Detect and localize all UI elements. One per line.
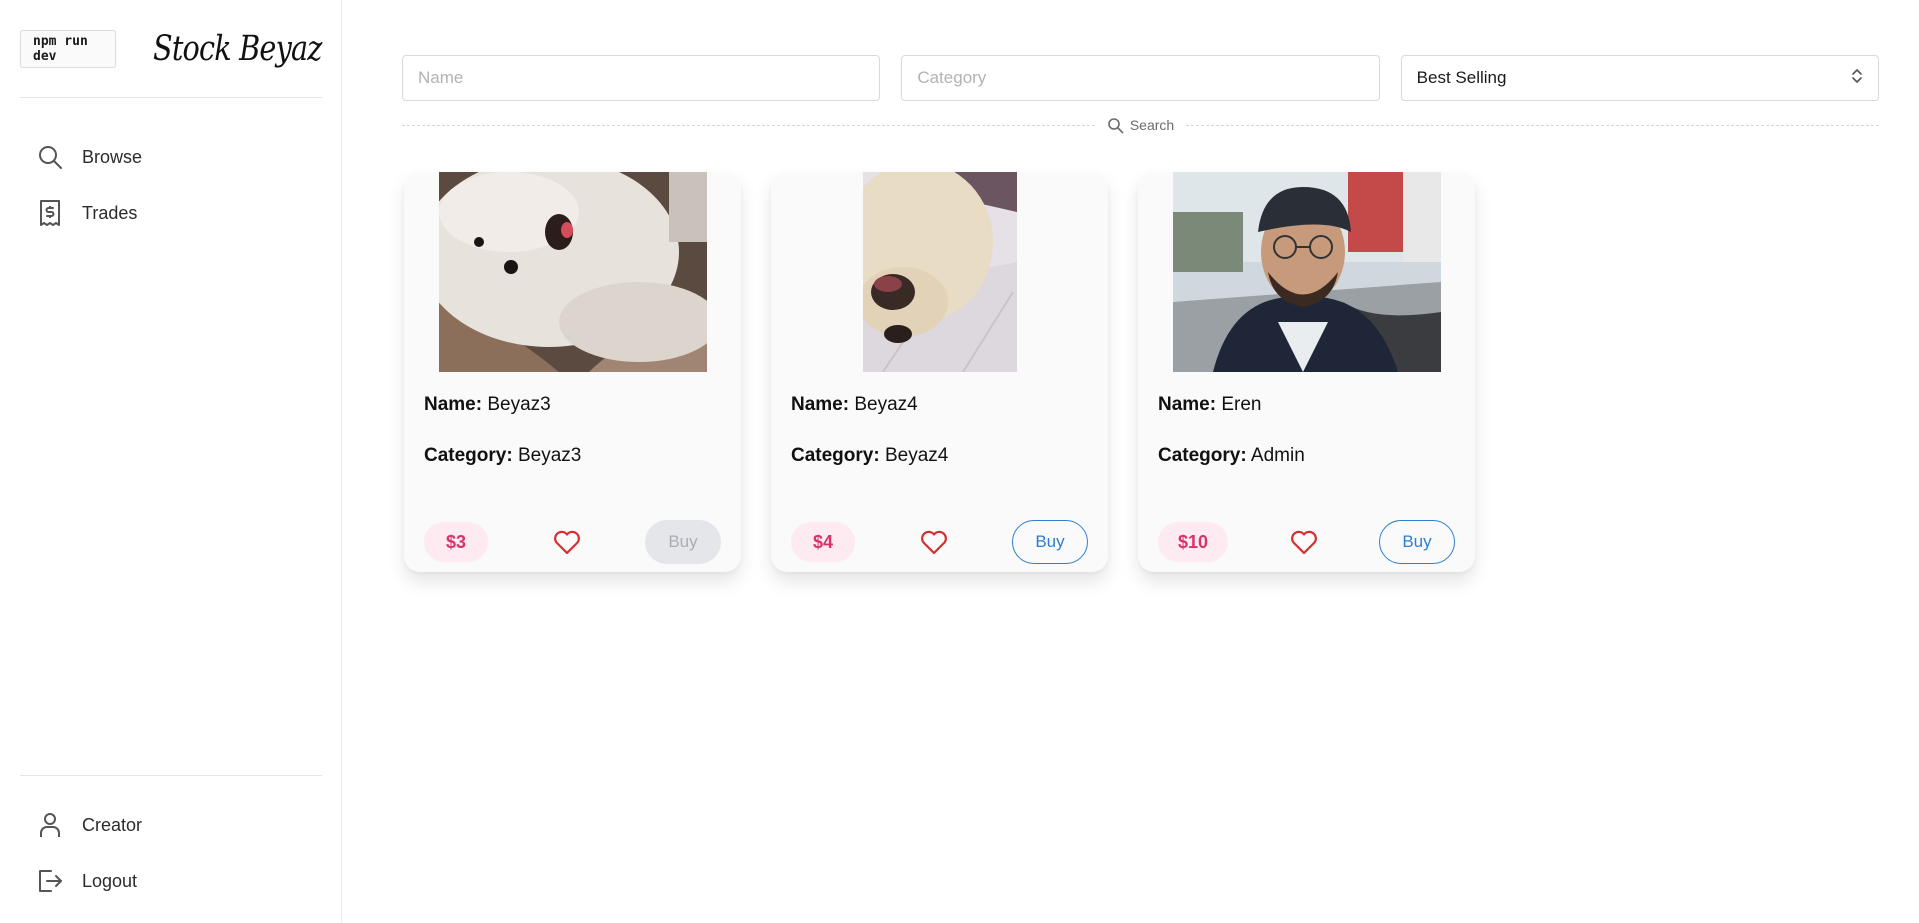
name-label: Name:	[424, 394, 483, 415]
sidebar: npm run dev Stock Beyaz Browse Trades Cr…	[0, 0, 342, 923]
product-name-row: Name: Beyaz4	[791, 394, 948, 418]
name-label: Name:	[791, 394, 850, 415]
logout-icon	[36, 867, 64, 895]
main-content: Best Selling Search	[342, 0, 1919, 923]
dashed-line	[402, 124, 1095, 126]
product-photo-dog-rug	[438, 172, 707, 372]
sidebar-nav-top: Browse Trades	[20, 133, 322, 245]
name-label: Name:	[1158, 394, 1217, 415]
brand-row: npm run dev Stock Beyaz	[20, 28, 323, 70]
sidebar-item-label: Browse	[82, 146, 143, 167]
chevron-up-down-icon	[1851, 67, 1863, 90]
sidebar-item-logout[interactable]: Logout	[20, 857, 322, 905]
sort-select[interactable]: Best Selling	[1400, 55, 1879, 101]
heart-icon[interactable]	[552, 527, 582, 557]
sidebar-divider-top	[20, 97, 322, 98]
product-name: Beyaz4	[854, 394, 918, 415]
name-filter-input[interactable]	[402, 55, 881, 101]
sidebar-item-creator[interactable]: Creator	[20, 801, 322, 849]
product-category-row: Category: Admin	[1158, 445, 1305, 469]
product-actions: $10 Buy	[1158, 520, 1455, 564]
sidebar-item-label: Creator	[82, 814, 143, 835]
sidebar-item-browse[interactable]: Browse	[20, 133, 322, 181]
price-badge: $10	[1158, 522, 1229, 562]
category-filter-input[interactable]	[901, 55, 1380, 101]
sidebar-item-label: Trades	[82, 202, 138, 223]
receipt-dollar-icon	[36, 199, 64, 227]
product-card: Name: Beyaz4 Category: Beyaz4 $4 Buy	[771, 172, 1108, 572]
sort-select-value: Best Selling	[1416, 68, 1507, 87]
product-category: Beyaz3	[517, 445, 582, 466]
buy-button[interactable]: Buy	[1012, 520, 1088, 564]
sidebar-item-label: Logout	[82, 870, 138, 891]
search-icon	[1108, 117, 1124, 133]
category-label: Category:	[424, 445, 513, 466]
product-actions: $4 Buy	[791, 520, 1088, 564]
product-info: Name: Beyaz4 Category: Beyaz4	[791, 394, 948, 496]
category-label: Category:	[791, 445, 880, 466]
product-photo-dog-tiles	[862, 172, 1017, 372]
product-info: Name: Eren Category: Admin	[1158, 394, 1305, 496]
search-icon	[36, 143, 64, 171]
product-category-row: Category: Beyaz4	[791, 445, 948, 469]
buy-button[interactable]: Buy	[645, 520, 721, 564]
product-category: Admin	[1250, 445, 1305, 466]
category-label: Category:	[1158, 445, 1247, 466]
price-badge: $4	[791, 522, 855, 562]
heart-icon[interactable]	[919, 527, 949, 557]
sidebar-nav-bottom: Creator Logout	[20, 801, 322, 913]
dev-badge: npm run dev	[20, 30, 117, 68]
product-name-row: Name: Beyaz3	[424, 394, 581, 418]
product-card-list: Name: Beyaz3 Category: Beyaz3 $3 Buy Nam…	[404, 172, 1475, 572]
user-icon	[36, 811, 64, 839]
product-name-row: Name: Eren	[1158, 394, 1305, 418]
product-name: Eren	[1221, 394, 1262, 415]
search-button[interactable]: Search	[1094, 116, 1187, 134]
buy-button[interactable]: Buy	[1378, 520, 1455, 564]
product-actions: $3 Buy	[424, 520, 721, 564]
heart-icon[interactable]	[1289, 527, 1319, 557]
price-badge: $3	[424, 522, 488, 562]
product-card: Name: Eren Category: Admin $10 Buy	[1138, 172, 1475, 572]
product-category-row: Category: Beyaz3	[424, 445, 581, 469]
brand-title[interactable]: Stock Beyaz	[153, 29, 322, 69]
product-name: Beyaz3	[487, 394, 551, 415]
sidebar-item-trades[interactable]: Trades	[20, 189, 322, 237]
product-photo-man-selfie	[1172, 172, 1441, 372]
product-info: Name: Beyaz3 Category: Beyaz3	[424, 394, 581, 496]
product-card: Name: Beyaz3 Category: Beyaz3 $3 Buy	[404, 172, 741, 572]
search-divider: Search	[402, 114, 1880, 136]
filter-row: Best Selling	[402, 55, 1879, 101]
dashed-line	[1186, 124, 1880, 126]
sidebar-divider-bottom	[20, 775, 322, 776]
search-button-label: Search	[1129, 117, 1175, 133]
product-category: Beyaz4	[884, 445, 949, 466]
